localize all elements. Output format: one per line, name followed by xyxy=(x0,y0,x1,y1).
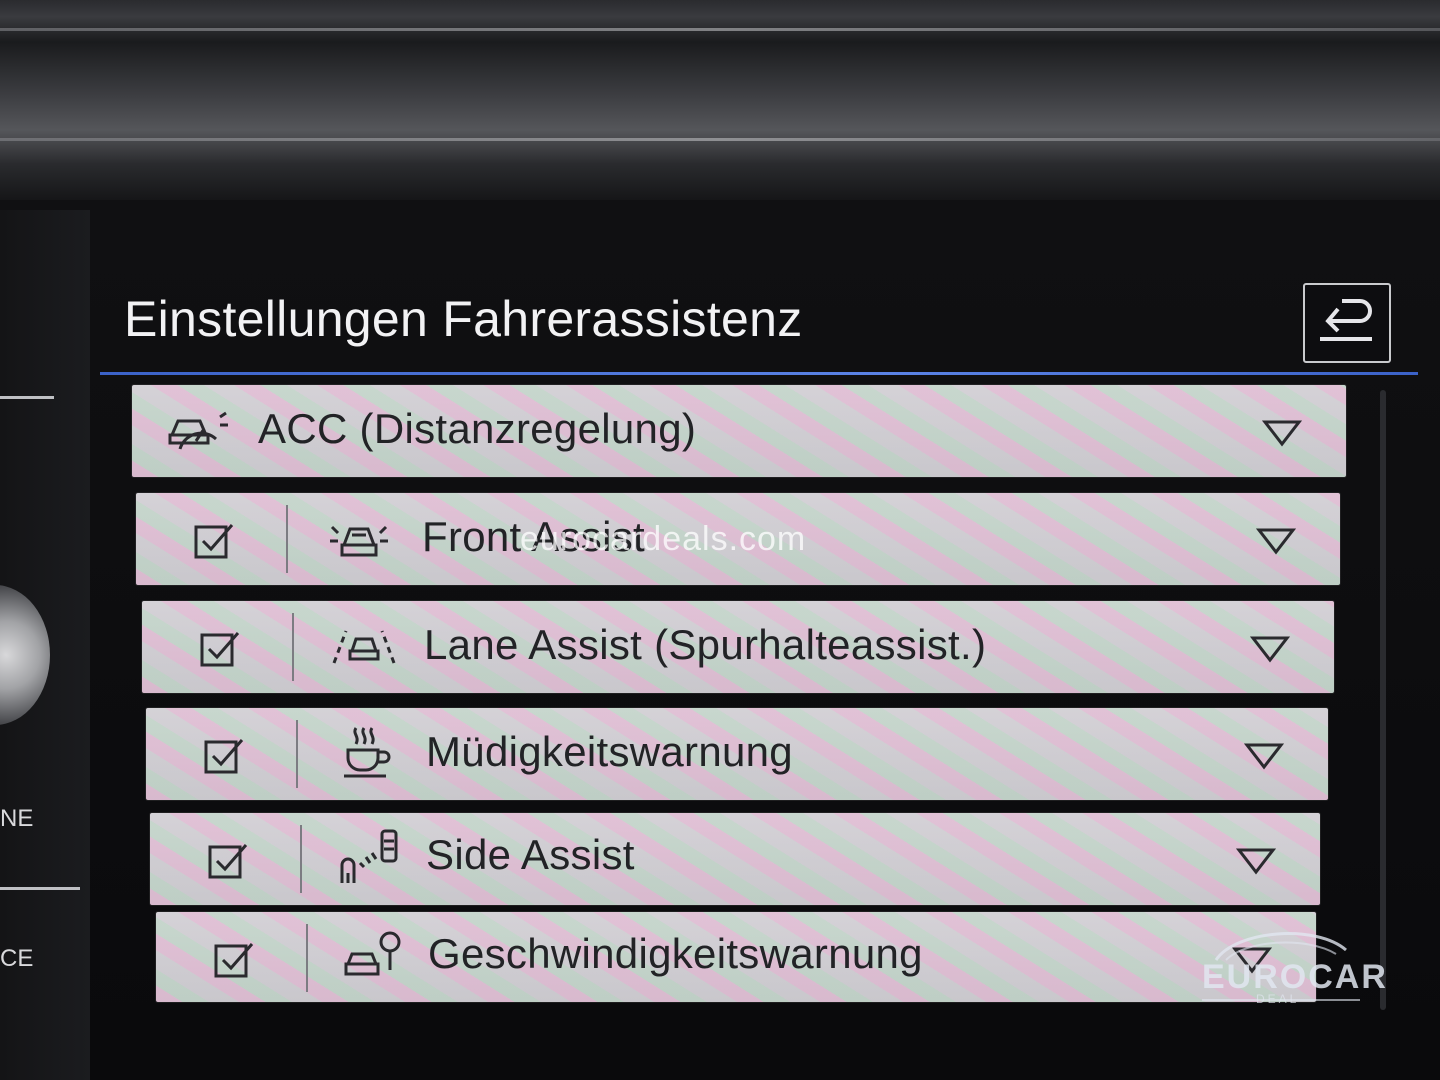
checkbox-checked-icon[interactable] xyxy=(194,521,236,559)
item-separator xyxy=(286,505,288,573)
checkbox-checked-icon[interactable] xyxy=(208,841,250,879)
acc-distance-icon xyxy=(168,411,228,450)
speed-warning-icon xyxy=(344,931,401,976)
menu-item-acc[interactable]: ACC (Distanzregelung) xyxy=(132,385,1346,477)
menu-item-label: Müdigkeitswarnung xyxy=(426,728,793,775)
bezel-trim-line xyxy=(0,28,1440,31)
left-divider xyxy=(0,887,80,890)
logo-subtext: DEAL xyxy=(1256,992,1300,1006)
menu-item-fatigue-warning[interactable]: Müdigkeitswarnung xyxy=(146,708,1328,800)
menu-item-speed-warning[interactable]: Geschwindigkeitswarnung xyxy=(156,912,1316,1002)
back-button[interactable] xyxy=(1303,283,1391,363)
menu-item-label: ACC (Distanzregelung) xyxy=(258,405,697,452)
scrollbar[interactable] xyxy=(1380,390,1386,1010)
menu-item-label: Lane Assist (Spurhalteassist.) xyxy=(424,621,987,668)
chevron-down-icon[interactable] xyxy=(1256,527,1296,555)
bezel-trim-line xyxy=(0,138,1440,141)
side-assist-icon xyxy=(340,829,398,883)
item-separator xyxy=(292,613,294,681)
item-separator xyxy=(300,825,302,893)
back-arrow-icon xyxy=(1320,299,1372,341)
menu-item-label: Side Assist xyxy=(426,831,635,878)
lane-assist-icon xyxy=(332,630,396,664)
checkbox-checked-icon[interactable] xyxy=(214,940,256,978)
checkbox-checked-icon[interactable] xyxy=(204,736,246,774)
header-accent-rule xyxy=(100,372,1418,375)
left-divider xyxy=(0,396,54,399)
item-separator xyxy=(296,720,298,788)
menu-item-lane-assist[interactable]: Lane Assist (Spurhalteassist.) xyxy=(142,601,1334,693)
front-assist-icon xyxy=(330,525,388,557)
dashboard-bezel xyxy=(0,0,1440,210)
checkbox-checked-icon[interactable] xyxy=(200,629,242,667)
menu-item-side-assist[interactable]: Side Assist xyxy=(150,813,1320,905)
menu-item-label: Geschwindigkeitswarnung xyxy=(428,930,923,977)
left-label-2: CE xyxy=(0,945,34,972)
page-title: Einstellungen Fahrerassistenz xyxy=(124,291,803,347)
coffee-cup-icon xyxy=(344,727,391,778)
chevron-down-icon[interactable] xyxy=(1262,419,1302,447)
left-label-1: NE xyxy=(0,805,34,832)
item-separator xyxy=(306,924,308,992)
chevron-down-icon[interactable] xyxy=(1236,847,1276,875)
chevron-down-icon[interactable] xyxy=(1250,635,1290,663)
chevron-down-icon[interactable] xyxy=(1244,742,1284,770)
watermark-text: eurocardeals.com xyxy=(520,520,807,558)
